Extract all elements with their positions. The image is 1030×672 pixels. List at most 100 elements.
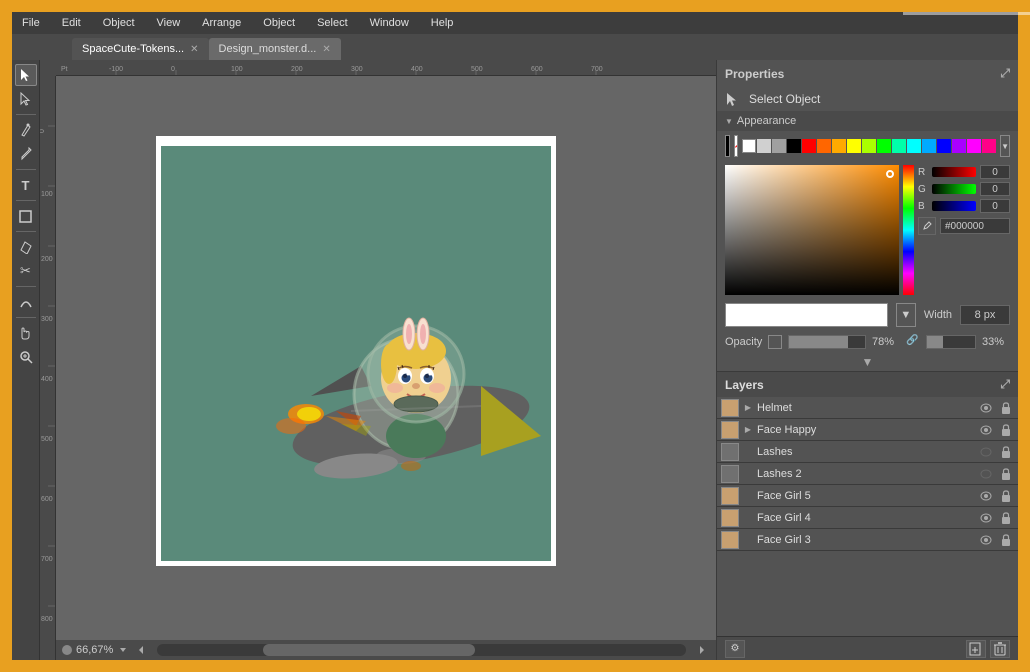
status-indicator [62,645,72,655]
layer-face-girl5[interactable]: Face Girl 5 [717,485,1018,507]
tool-hand[interactable] [15,322,37,344]
layer-helmet-expand[interactable]: ▶ [743,403,753,413]
tab-spacecute[interactable]: SpaceCute-Tokens... ✕ [72,38,209,60]
layer-face-girl5-vis[interactable] [978,488,994,504]
tool-select[interactable] [15,64,37,86]
swatch-teal[interactable] [892,139,906,153]
hue-bar[interactable] [903,165,914,295]
swatch-green[interactable] [877,139,891,153]
appearance-section-header[interactable]: ▼ Appearance [717,111,1018,131]
layer-lashes2-lock[interactable] [998,466,1014,482]
opacity-checkbox[interactable] [768,335,782,349]
layer-lashes2-vis[interactable] [978,466,994,482]
hex-input[interactable] [940,218,1010,234]
menu-arrange[interactable]: Arrange [198,15,245,31]
layer-face-girl3[interactable]: Face Girl 3 [717,529,1018,551]
menu-edit[interactable]: Edit [58,15,85,31]
layer-face-happy-expand[interactable]: ▶ [743,425,753,435]
layer-face-girl3-vis[interactable] [978,532,994,548]
r-bar[interactable] [932,167,976,177]
swatch-lime[interactable] [862,139,876,153]
blend-opacity-slider[interactable] [926,335,976,349]
menu-help[interactable]: Help [427,15,458,31]
tool-zoom[interactable] [15,346,37,368]
none-swatch[interactable] [734,135,739,157]
swatch-red[interactable] [802,139,816,153]
fill-swatch[interactable] [725,135,730,157]
tool-direct-select[interactable] [15,88,37,110]
properties-expand-icon[interactable]: ⤢ [1000,66,1010,81]
expand-button[interactable]: ▼ [862,355,874,369]
tool-scissors[interactable]: ✂ [15,260,37,282]
layer-face-girl3-lock[interactable] [998,532,1014,548]
layer-helmet[interactable]: ▶ Helmet [717,397,1018,419]
layer-face-happy-vis[interactable] [978,422,994,438]
layer-face-girl4[interactable]: Face Girl 4 [717,507,1018,529]
g-value[interactable] [980,182,1010,196]
color-gradient[interactable] [725,165,899,295]
link-icon[interactable]: 🔗 [906,335,920,349]
menu-view[interactable]: View [153,15,185,31]
layer-face-girl5-lock[interactable] [998,488,1014,504]
swatch-purple[interactable] [952,139,966,153]
layer-lashes2[interactable]: Lashes 2 [717,463,1018,485]
horizontal-scrollbar[interactable] [157,644,686,656]
layer-helmet-vis[interactable] [978,400,994,416]
tab-spacecute-close[interactable]: ✕ [190,44,198,55]
layer-lashes-vis[interactable] [978,444,994,460]
menu-window[interactable]: Window [366,15,413,31]
layer-face-girl4-vis[interactable] [978,510,994,526]
layer-lashes[interactable]: Lashes [717,441,1018,463]
properties-header: Properties ⤢ [717,60,1018,87]
layers-delete-btn[interactable] [990,640,1010,658]
scroll-left-btn[interactable] [133,642,149,658]
menu-object2[interactable]: Object [259,15,299,31]
stroke-dropdown[interactable]: ▼ [896,303,916,327]
opacity-slider[interactable] [788,335,866,349]
layer-face-happy-lock[interactable] [998,422,1014,438]
swatch-yellow-orange[interactable] [832,139,846,153]
swatch-ltgray[interactable] [757,139,771,153]
blend-opacity-value: 33% [982,336,1010,348]
tool-pen[interactable] [15,119,37,141]
canvas-viewport[interactable] [56,76,716,640]
swatch-cyan[interactable] [907,139,921,153]
swatch-pink[interactable] [982,139,996,153]
tab-design-monster[interactable]: Design_monster.d... ✕ [209,38,341,60]
layers-expand-icon[interactable]: ⤢ [1000,377,1010,392]
layer-helmet-lock[interactable] [998,400,1014,416]
layers-list[interactable]: ▶ Helmet ▶ Face Happy [717,397,1018,636]
layers-new-btn[interactable] [966,640,986,658]
tool-type[interactable]: T [15,174,37,196]
palette-dropdown[interactable]: ▼ [1000,135,1010,157]
tool-eraser[interactable] [15,236,37,258]
width-input[interactable] [960,305,1010,325]
opacity-value: 78% [872,336,900,348]
r-value[interactable] [980,165,1010,179]
g-bar[interactable] [932,184,976,194]
swatch-blue[interactable] [937,139,951,153]
layer-face-happy[interactable]: ▶ Face Happy [717,419,1018,441]
stroke-preview[interactable] [725,303,888,327]
menu-file[interactable]: File [18,15,44,31]
swatch-gray[interactable] [772,139,786,153]
b-bar[interactable] [932,201,976,211]
swatch-light-blue[interactable] [922,139,936,153]
layer-face-girl4-lock[interactable] [998,510,1014,526]
tool-blend[interactable] [15,291,37,313]
swatch-white[interactable] [742,139,756,153]
swatch-orange[interactable] [817,139,831,153]
tool-pencil[interactable] [15,143,37,165]
b-value[interactable] [980,199,1010,213]
menu-select[interactable]: Select [313,15,352,31]
swatch-black2[interactable] [787,139,801,153]
tool-rectangle[interactable] [15,205,37,227]
layer-lashes-lock[interactable] [998,444,1014,460]
swatch-magenta[interactable] [967,139,981,153]
layers-settings-btn[interactable]: ⚙ [725,640,745,658]
tab-design-monster-close[interactable]: ✕ [322,44,330,55]
menu-object[interactable]: Object [99,15,139,31]
swatch-yellow[interactable] [847,139,861,153]
eyedropper-btn[interactable] [918,217,936,235]
scroll-right-btn[interactable] [694,642,710,658]
